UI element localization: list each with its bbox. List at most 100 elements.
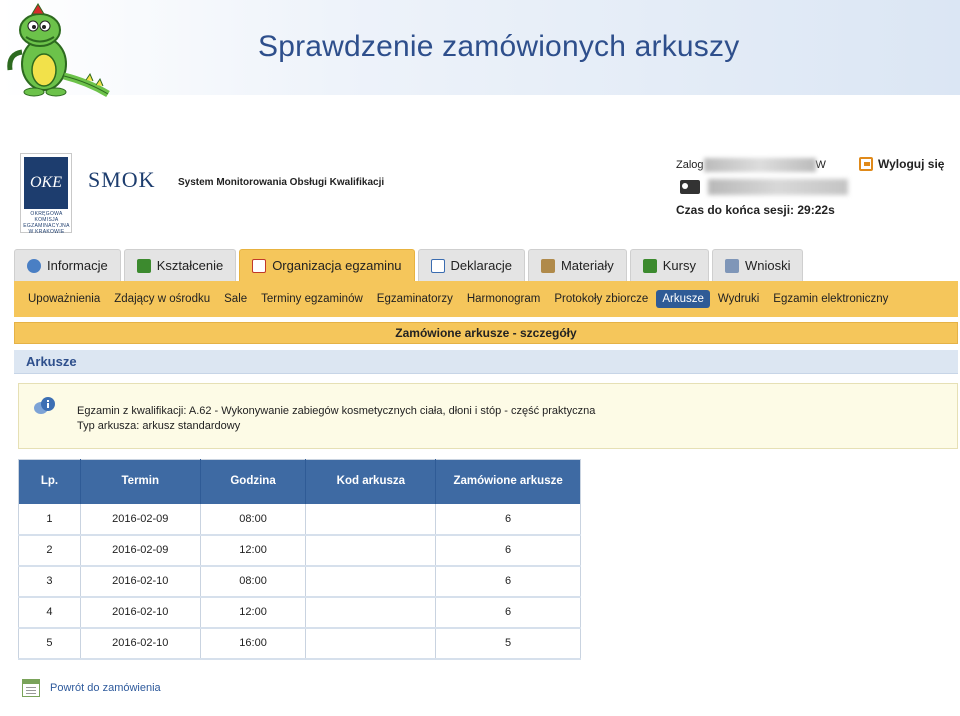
app-name: SMOK bbox=[88, 167, 156, 192]
cell-zamowione: 6 bbox=[435, 503, 581, 536]
subnav-wydruki[interactable]: Wydruki bbox=[712, 290, 765, 308]
logout-button[interactable]: Wyloguj się bbox=[859, 157, 944, 171]
cell-lp: 1 bbox=[18, 503, 81, 536]
cell-termin: 2016-02-10 bbox=[80, 596, 201, 629]
cell-zamowione: 6 bbox=[435, 596, 581, 629]
tab-label: Materiały bbox=[560, 258, 614, 273]
oke-logo: OKE OKRĘGOWA KOMISJA EGZAMINACYJNA W KRA… bbox=[20, 153, 72, 235]
login-info: Zalog W bbox=[676, 158, 826, 172]
cell-kod bbox=[305, 503, 437, 536]
session-timer: Czas do końca sesji: 29:22s bbox=[676, 203, 835, 217]
table-row: 1 2016-02-09 08:00 6 bbox=[18, 503, 581, 536]
palm-icon bbox=[136, 258, 151, 273]
cell-kod bbox=[305, 565, 437, 598]
cell-godzina: 12:00 bbox=[200, 596, 307, 629]
tab-label: Deklaracje bbox=[450, 258, 512, 273]
cell-kod bbox=[305, 596, 437, 629]
bag-icon bbox=[540, 258, 555, 273]
subnav-sale[interactable]: Sale bbox=[218, 290, 253, 308]
user-card-icon bbox=[680, 180, 700, 194]
subnav-egzamin-elektroniczny[interactable]: Egzamin elektroniczny bbox=[767, 290, 894, 308]
cell-termin: 2016-02-10 bbox=[80, 565, 201, 598]
table-header-row: Lp. Termin Godzina Kod arkusza Zamówione… bbox=[18, 459, 581, 504]
cell-zamowione: 5 bbox=[435, 627, 581, 660]
login-suffix: W bbox=[815, 158, 826, 171]
tab-label: Kształcenie bbox=[156, 258, 224, 273]
col-godzina: Godzina bbox=[200, 459, 307, 504]
smok-app: OKE OKRĘGOWA KOMISJA EGZAMINACYJNA W KRA… bbox=[8, 145, 958, 711]
oke-logo-mark: OKE bbox=[24, 157, 68, 209]
cell-lp: 4 bbox=[18, 596, 81, 629]
palm-icon bbox=[642, 258, 657, 273]
tab-label: Organizacja egzaminu bbox=[272, 258, 402, 273]
cell-kod bbox=[305, 534, 437, 567]
tab-informacje[interactable]: Informacje bbox=[14, 249, 121, 281]
dragon-mascot-icon bbox=[7, 3, 110, 98]
subnav-protokoly[interactable]: Protokoły zbiorcze bbox=[548, 290, 654, 308]
tab-label: Kursy bbox=[662, 258, 696, 273]
col-kod-arkusza: Kod arkusza bbox=[305, 459, 437, 504]
cell-zamowione: 6 bbox=[435, 565, 581, 598]
table-row: 3 2016-02-10 08:00 6 bbox=[18, 565, 581, 598]
col-zamowione: Zamówione arkusze bbox=[435, 459, 581, 504]
logout-icon bbox=[859, 157, 873, 171]
sheet-type: Typ arkusza: arkusz standardowy bbox=[77, 420, 241, 432]
cell-lp: 5 bbox=[18, 627, 81, 660]
redacted-login bbox=[703, 158, 816, 172]
cell-kod bbox=[305, 627, 437, 660]
app-subtitle: System Monitorowania Obsługi Kwalifikacj… bbox=[178, 177, 385, 188]
page-title: Zamówione arkusze - szczegóły bbox=[14, 322, 958, 344]
main-tabs: Informacje Kształcenie Organizacja egzam… bbox=[14, 249, 804, 281]
tab-materialy[interactable]: Materiały bbox=[527, 249, 627, 281]
tab-deklaracje[interactable]: Deklaracje bbox=[417, 249, 525, 281]
cell-godzina: 16:00 bbox=[200, 627, 307, 660]
table-row: 5 2016-02-10 16:00 5 bbox=[18, 627, 581, 660]
subnav-zdajacy[interactable]: Zdający w ośrodku bbox=[108, 290, 216, 308]
logout-label: Wyloguj się bbox=[878, 157, 945, 171]
cell-godzina: 08:00 bbox=[200, 565, 307, 598]
ordered-sheets-table: Lp. Termin Godzina Kod arkusza Zamówione… bbox=[18, 459, 581, 660]
table-row: 2 2016-02-09 12:00 6 bbox=[18, 534, 581, 567]
col-lp: Lp. bbox=[18, 459, 81, 504]
info-icon bbox=[27, 258, 41, 273]
cell-lp: 3 bbox=[18, 565, 81, 598]
info-bubble-icon bbox=[34, 397, 55, 414]
tab-label: Wnioski bbox=[744, 258, 791, 273]
cell-godzina: 12:00 bbox=[200, 534, 307, 567]
back-to-order-link[interactable]: Powrót do zamówienia bbox=[22, 679, 161, 697]
calendar-doc-icon bbox=[430, 258, 445, 273]
sub-navigation: Upoważnienia Zdający w ośrodku Sale Term… bbox=[14, 281, 958, 317]
exam-qualification: Egzamin z kwalifikacji: A.62 - Wykonywan… bbox=[77, 405, 596, 417]
section-header: Arkusze bbox=[14, 350, 958, 374]
cell-lp: 2 bbox=[18, 534, 81, 567]
back-link-label: Powrót do zamówienia bbox=[50, 682, 161, 694]
cell-godzina: 08:00 bbox=[200, 503, 307, 536]
tab-organizacja-egzaminu[interactable]: Organizacja egzaminu bbox=[239, 249, 415, 281]
table-row: 4 2016-02-10 12:00 6 bbox=[18, 596, 581, 629]
info-box: Egzamin z kwalifikacji: A.62 - Wykonywan… bbox=[18, 383, 958, 449]
subnav-harmonogram[interactable]: Harmonogram bbox=[461, 290, 547, 308]
oke-logo-subtext: OKRĘGOWA KOMISJA EGZAMINACYJNA W KRAKOWI… bbox=[23, 211, 70, 235]
tab-kursy[interactable]: Kursy bbox=[629, 249, 709, 281]
info-text: Egzamin z kwalifikacji: A.62 - Wykonywan… bbox=[77, 404, 595, 434]
slide-header: Sprawdzenie zamówionych arkuszy bbox=[0, 0, 960, 98]
cell-zamowione: 6 bbox=[435, 534, 581, 567]
subnav-arkusze[interactable]: Arkusze bbox=[656, 290, 710, 308]
login-prefix: Zalog bbox=[676, 158, 704, 171]
tab-label: Informacje bbox=[47, 258, 108, 273]
calendar-icon bbox=[252, 258, 267, 273]
cell-termin: 2016-02-09 bbox=[80, 503, 201, 536]
subnav-upowaznienia[interactable]: Upoważnienia bbox=[22, 290, 106, 308]
cell-termin: 2016-02-09 bbox=[80, 534, 201, 567]
computer-icon bbox=[724, 258, 739, 273]
col-termin: Termin bbox=[80, 459, 201, 504]
subnav-egzaminatorzy[interactable]: Egzaminatorzy bbox=[371, 290, 459, 308]
subnav-terminy[interactable]: Terminy egzaminów bbox=[255, 290, 369, 308]
user-info bbox=[680, 179, 848, 195]
cell-termin: 2016-02-10 bbox=[80, 627, 201, 660]
redacted-username bbox=[708, 179, 848, 195]
slide-title: Sprawdzenie zamówionych arkuszy bbox=[258, 30, 740, 63]
document-list-icon bbox=[22, 679, 40, 697]
tab-wnioski[interactable]: Wnioski bbox=[711, 249, 804, 281]
tab-ksztalcenie[interactable]: Kształcenie bbox=[123, 249, 237, 281]
